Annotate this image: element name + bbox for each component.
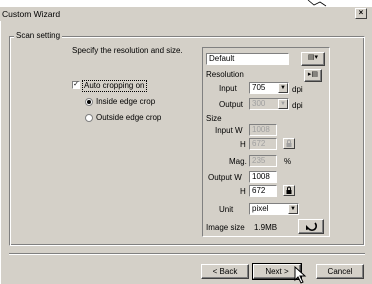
mag-label: Mag. [229,157,247,166]
input-w-field[interactable]: 1008 [249,124,277,136]
button-separator [9,253,365,255]
image-size-value: 1.9MB [254,223,278,232]
mag-field[interactable]: 235 [249,155,277,167]
mag-unit: % [284,157,292,166]
inside-edge-crop-radio[interactable] [85,98,93,106]
input-res-value: 705 [252,83,266,92]
outside-edge-crop-radio[interactable] [85,114,93,122]
output-w-label: Output W [208,173,242,182]
undo-arrow-icon [306,222,318,232]
image-size-label: Image size [206,223,245,232]
window-title: Custom Wizard [2,9,61,19]
reset-button[interactable] [298,219,324,234]
output-h-label: H [240,187,246,196]
mouse-cursor-icon [294,266,307,284]
unit-label: Unit [219,205,234,214]
input-res-unit: dpi [292,85,303,94]
preset-menu-button[interactable]: ▤▾ [301,52,325,66]
back-button[interactable]: < Back [201,264,249,279]
outside-edge-crop-label[interactable]: Outside edge crop [96,113,161,123]
cancel-button[interactable]: Cancel [316,264,364,279]
unit-select[interactable]: pixel ▼ [249,203,299,215]
preset-value: Default [209,54,235,63]
output-res-unit: dpi [292,101,303,110]
resolution-label: Resolution [206,70,244,79]
size-label: Size [206,114,222,123]
unit-value: pixel [252,204,269,213]
auto-crop-label[interactable]: Auto cropping on [82,80,147,92]
lock-icon [286,139,292,147]
close-button[interactable]: × [355,8,367,19]
preset-select[interactable]: Default [206,53,289,65]
input-res-label: Input [219,84,237,93]
chevron-down-icon[interactable]: ▼ [278,83,288,93]
output-res-select[interactable]: 300 ▼ [249,98,289,110]
scan-setting-label: Scan setting [14,31,63,41]
chevron-down-icon[interactable]: ▼ [288,204,298,214]
input-res-select[interactable]: 705 ▼ [249,82,289,94]
output-w-field[interactable]: 1008 [249,171,277,183]
output-res-value: 300 [252,99,266,108]
instruction-text: Specify the resolution and size. [72,46,183,55]
auto-crop-checkbox[interactable]: ✓ [72,81,80,89]
input-w-label: Input W [215,126,243,135]
input-h-field[interactable]: 672 [249,138,277,150]
inside-edge-crop-label[interactable]: Inside edge crop [96,97,155,107]
output-lock-button[interactable] [283,185,295,196]
lock-icon [286,186,292,194]
output-h-field[interactable]: 672 [249,185,277,197]
input-lock-button[interactable] [283,138,295,149]
radio-selected-dot [87,100,91,104]
save-preset-button[interactable]: ▸▤ [304,69,322,82]
output-res-label: Output [219,100,244,109]
chevron-down-icon[interactable]: ▼ [278,99,288,109]
input-h-label: H [240,140,246,149]
